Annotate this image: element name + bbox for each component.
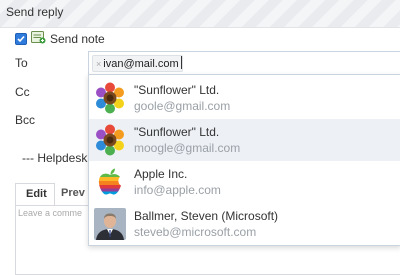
autocomplete-item-highlighted[interactable]: "Sunflower" Ltd. moogle@gmail.com bbox=[89, 119, 400, 161]
apple-logo-icon bbox=[94, 166, 126, 198]
contact-name: Ballmer, Steven (Microsoft) bbox=[134, 209, 279, 223]
contact-email: steveb@microsoft.com bbox=[134, 225, 257, 239]
text-caret bbox=[181, 56, 182, 69]
contact-name: Apple Inc. bbox=[134, 167, 188, 181]
autocomplete-dropdown: "Sunflower" Ltd. goole@gmail.com "Sunflo… bbox=[88, 74, 400, 246]
autocomplete-item[interactable]: Apple Inc. info@apple.com bbox=[89, 161, 400, 203]
send-note-checkbox[interactable] bbox=[15, 33, 27, 45]
autocomplete-item[interactable]: "Sunflower" Ltd. goole@gmail.com bbox=[89, 77, 400, 119]
reply-header: Send reply bbox=[0, 0, 400, 28]
send-note-label: Send note bbox=[50, 32, 105, 46]
helpdesk-signature: --- Helpdesk bbox=[22, 151, 88, 165]
contact-email: moogle@gmail.com bbox=[134, 141, 241, 155]
editor-placeholder: Leave a comme bbox=[18, 208, 83, 218]
recipient-chip[interactable]: × ivan@mail.com bbox=[92, 55, 183, 72]
bcc-label: Bcc bbox=[15, 113, 36, 127]
send-note-row[interactable]: Send note bbox=[15, 31, 105, 47]
recipient-chip-text: ivan@mail.com bbox=[103, 57, 179, 70]
contact-name: "Sunflower" Ltd. bbox=[134, 83, 220, 97]
autocomplete-item[interactable]: Ballmer, Steven (Microsoft) steveb@micro… bbox=[89, 203, 400, 245]
contact-email: info@apple.com bbox=[134, 183, 221, 197]
contact-name: "Sunflower" Ltd. bbox=[134, 125, 220, 139]
header-title: Send reply bbox=[6, 5, 64, 19]
note-icon bbox=[31, 31, 46, 47]
sunflower-avatar-icon bbox=[94, 82, 126, 114]
sunflower-avatar-icon bbox=[94, 124, 126, 156]
to-field[interactable]: × ivan@mail.com bbox=[88, 51, 400, 75]
person-photo-icon bbox=[94, 208, 126, 240]
tab-edit[interactable]: Edit bbox=[15, 183, 55, 205]
contact-email: goole@gmail.com bbox=[134, 99, 231, 113]
cc-label: Cc bbox=[15, 85, 30, 99]
to-label: To bbox=[15, 56, 28, 70]
chip-remove-icon[interactable]: × bbox=[96, 59, 101, 69]
